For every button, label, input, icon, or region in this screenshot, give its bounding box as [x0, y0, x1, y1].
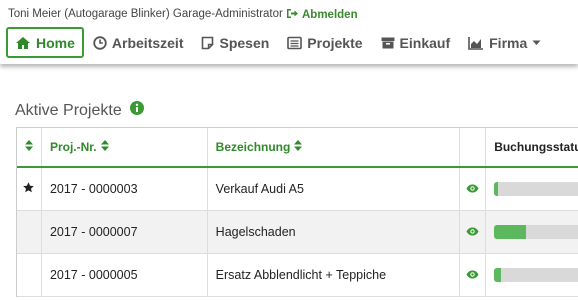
- caret-down-icon: [532, 40, 541, 46]
- clock-icon: [93, 35, 107, 50]
- logout-label: Abmelden: [302, 9, 358, 21]
- progress-bar-fill: [494, 225, 526, 239]
- table-row[interactable]: 2017 - 0000007 Hagelschaden: [17, 211, 578, 254]
- sort-icon: [100, 140, 109, 154]
- table-row[interactable]: 2017 - 0000003 Verkauf Audi A5: [17, 168, 578, 211]
- eye-icon[interactable]: [466, 268, 479, 282]
- eye-icon[interactable]: [466, 225, 479, 239]
- home-icon: [15, 36, 31, 50]
- column-label-project-number: Proj.-Nr.: [49, 140, 97, 154]
- project-number: 2017 - 0000007: [42, 211, 208, 253]
- view-cell[interactable]: [460, 168, 487, 210]
- nav-item-arbeitszeit[interactable]: Arbeitszeit: [84, 27, 193, 58]
- progress-bar: [494, 268, 578, 282]
- star-cell[interactable]: [17, 254, 42, 296]
- sort-icon: [294, 140, 303, 154]
- nav-item-projekte[interactable]: Projekte: [278, 27, 371, 58]
- project-name: Ersatz Abblendlicht + Teppiche: [208, 254, 461, 296]
- table-row[interactable]: 2017 - 0000005 Ersatz Abblendlicht + Tep…: [17, 254, 578, 297]
- user-info: Toni Meier (Autogarage Blinker) Garage-A…: [8, 8, 283, 20]
- view-cell[interactable]: [460, 254, 487, 296]
- section-header: Aktive Projekte: [15, 101, 144, 120]
- nav-item-firma[interactable]: Firma: [459, 27, 550, 58]
- progress-bar-fill: [494, 182, 499, 196]
- nav-label-firma: Firma: [489, 34, 528, 51]
- archive-icon: [381, 36, 395, 50]
- booking-status-cell: [486, 254, 578, 296]
- column-description[interactable]: Bezeichnung: [208, 128, 461, 166]
- top-bar: Toni Meier (Autogarage Blinker) Garage-A…: [0, 0, 578, 64]
- info-icon[interactable]: [129, 101, 144, 120]
- star-cell[interactable]: [17, 211, 42, 253]
- chart-icon: [468, 36, 484, 50]
- progress-bar: [494, 182, 578, 196]
- project-number: 2017 - 0000005: [42, 254, 208, 296]
- nav-label-einkauf: Einkauf: [399, 34, 451, 51]
- project-name: Hagelschaden: [208, 211, 461, 253]
- nav-label-spesen: Spesen: [219, 34, 270, 51]
- nav-item-einkauf[interactable]: Einkauf: [372, 27, 460, 58]
- table-header: Proj.-Nr. Bezeichnung Buchungsstatus: [17, 128, 578, 168]
- progress-bar-fill: [494, 268, 501, 282]
- nav-item-home[interactable]: Home: [6, 27, 84, 58]
- column-project-number[interactable]: Proj.-Nr.: [42, 128, 208, 166]
- eye-icon[interactable]: [466, 182, 479, 196]
- booking-status-cell: [486, 211, 578, 253]
- list-icon: [287, 36, 303, 50]
- column-label-booking-status: Buchungsstatus: [494, 140, 578, 154]
- nav-label-projekte: Projekte: [307, 34, 363, 51]
- sort-star-column[interactable]: [17, 128, 42, 166]
- project-number: 2017 - 0000003: [42, 168, 208, 210]
- projects-table: Proj.-Nr. Bezeichnung Buchungsstatus 201…: [16, 127, 578, 297]
- main-nav: Home Arbeitszeit Spesen Projekte Einkauf: [6, 27, 550, 58]
- column-view: [460, 128, 487, 166]
- note-icon: [201, 36, 214, 50]
- logout-link[interactable]: Abmelden: [286, 8, 358, 22]
- column-label-description: Bezeichnung: [215, 140, 291, 154]
- sign-out-icon: [286, 8, 298, 22]
- sort-icon: [24, 140, 33, 154]
- nav-label-home: Home: [36, 34, 75, 51]
- section-title: Aktive Projekte: [15, 101, 122, 119]
- nav-item-spesen[interactable]: Spesen: [192, 27, 278, 58]
- column-booking-status[interactable]: Buchungsstatus: [486, 128, 578, 166]
- project-name: Verkauf Audi A5: [208, 168, 461, 210]
- booking-status-cell: [486, 168, 578, 210]
- star-icon[interactable]: [23, 182, 35, 196]
- progress-bar: [494, 225, 578, 239]
- star-cell[interactable]: [17, 168, 42, 210]
- nav-label-arbeitszeit: Arbeitszeit: [111, 34, 184, 51]
- view-cell[interactable]: [460, 211, 487, 253]
